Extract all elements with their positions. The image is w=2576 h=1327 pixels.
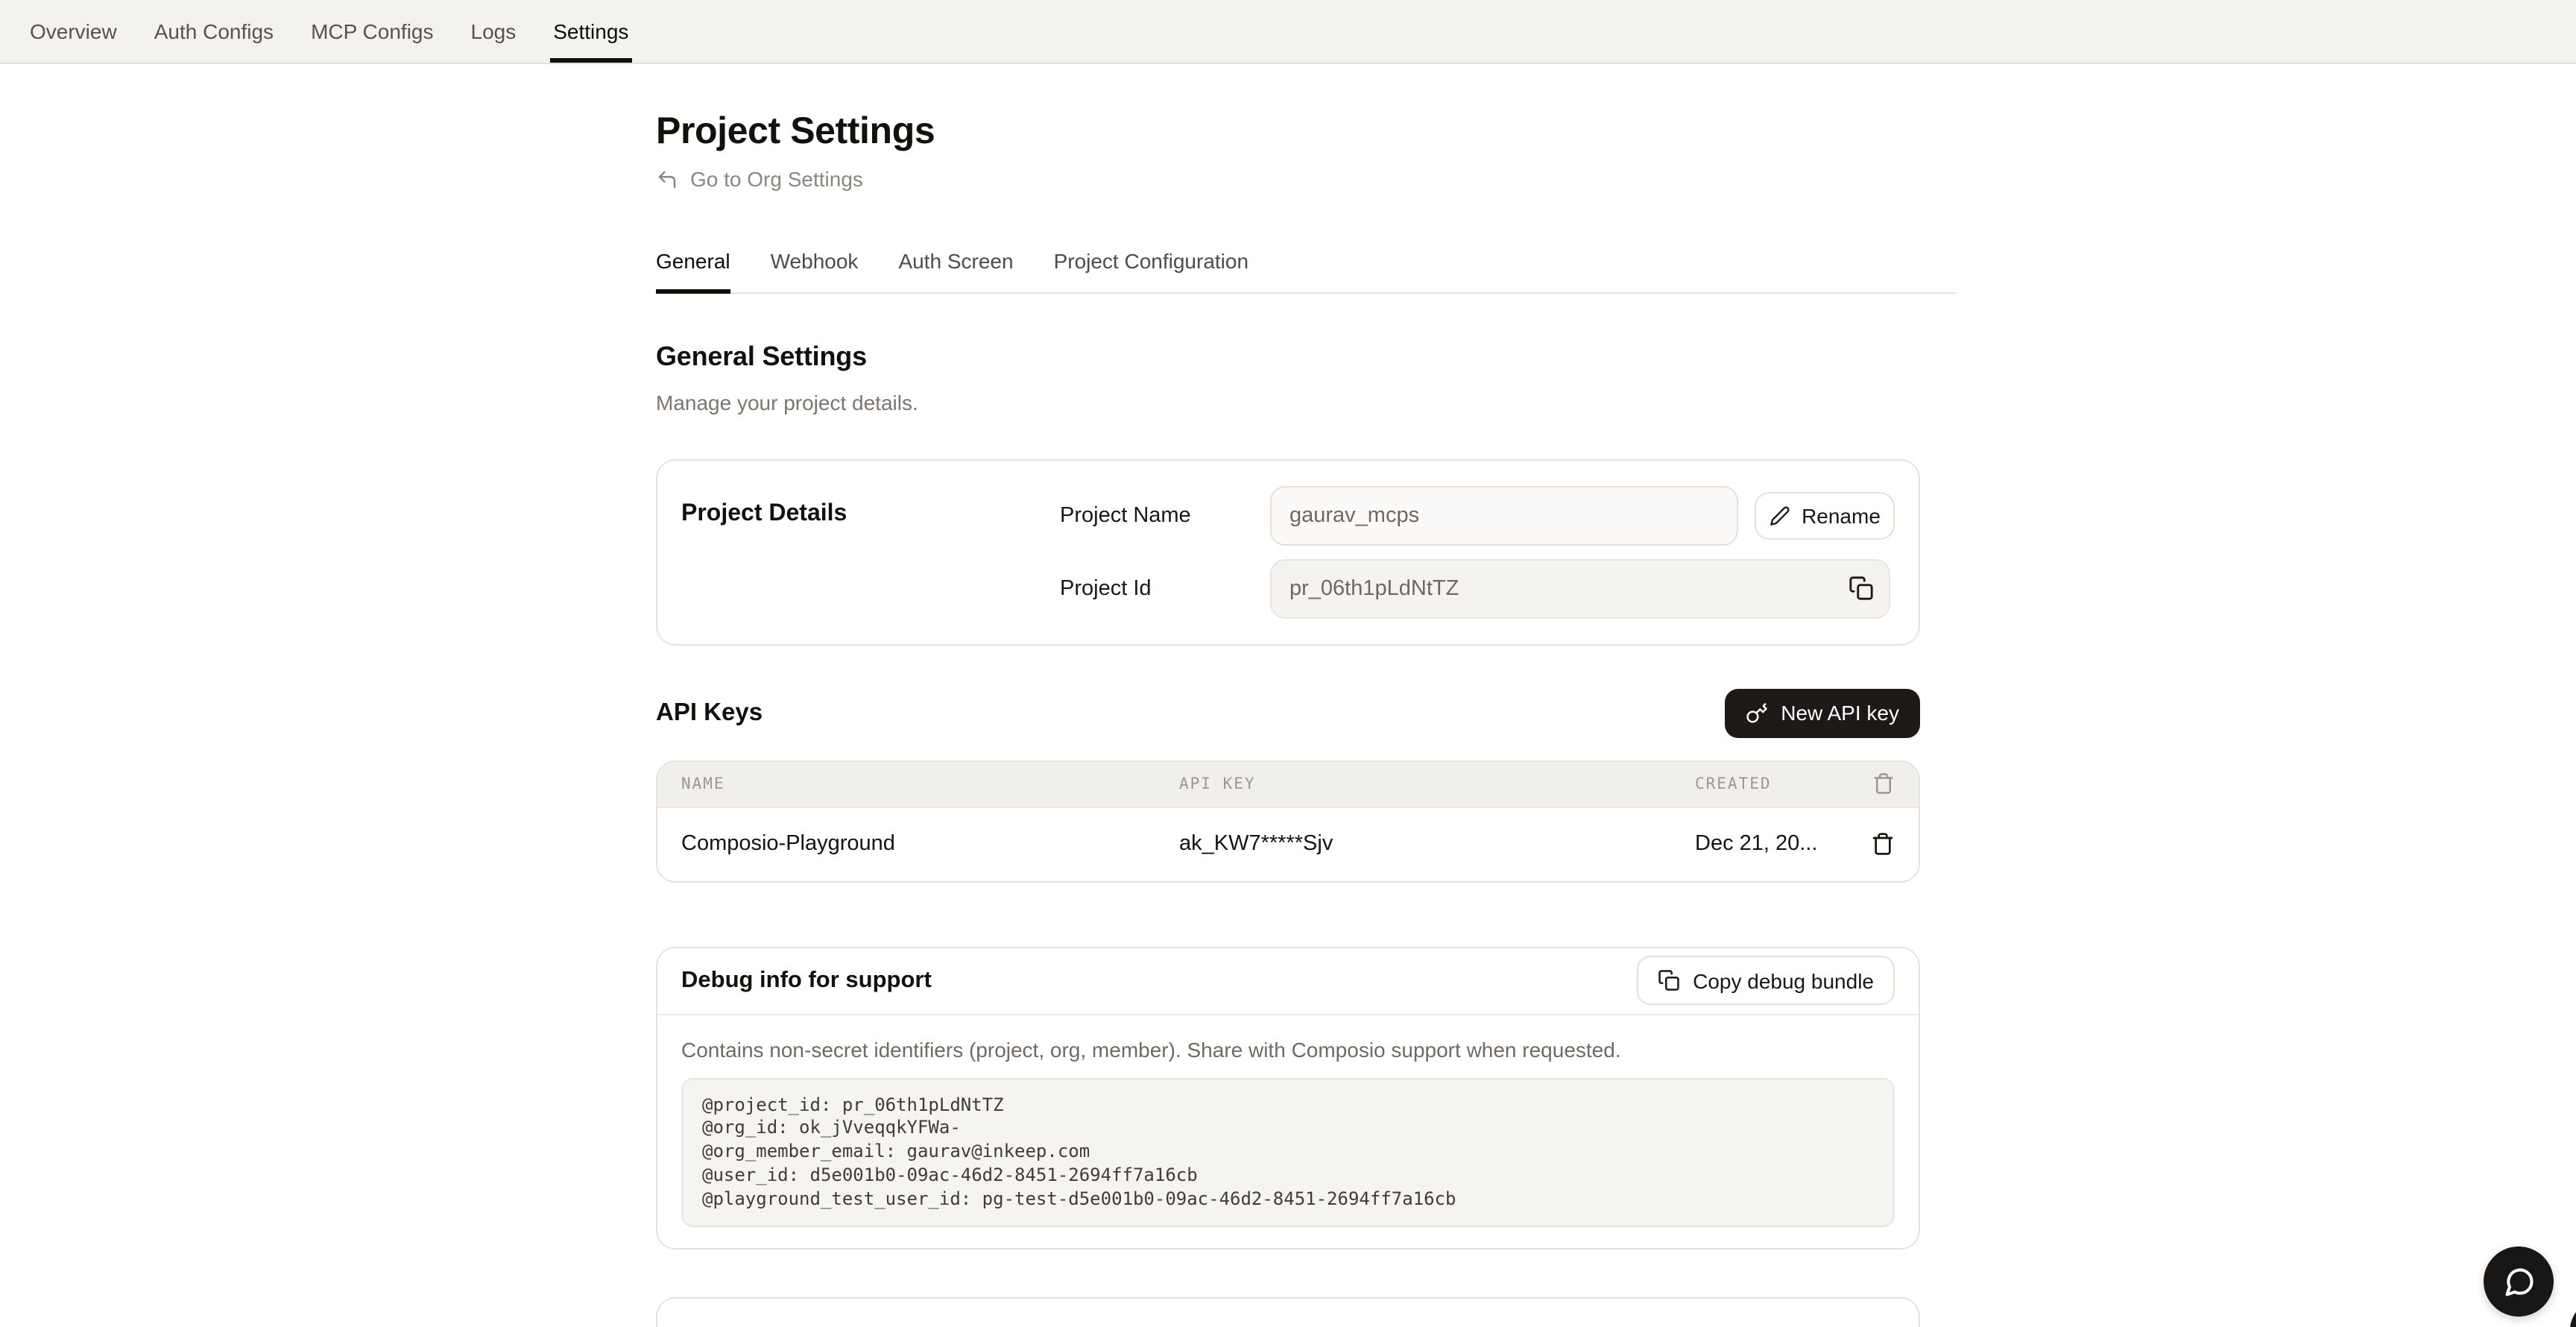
tab-general[interactable]: General xyxy=(656,248,730,291)
project-id-field xyxy=(1270,558,1890,618)
page-title: Project Settings xyxy=(656,107,1956,157)
debug-info-card: Debug info for support Copy debug bundle… xyxy=(656,946,1920,1250)
code-line-org-member-email: @org_member_email: gaurav@inkeep.com xyxy=(702,1141,1874,1164)
trash-icon xyxy=(1871,832,1895,856)
new-api-key-label: New API key xyxy=(1781,701,1899,725)
table-header-name: NAME xyxy=(681,775,1179,792)
pencil-icon xyxy=(1769,505,1790,526)
code-line-user-id: @user_id: d5e001b0-09ac-46d2-8451-2694ff… xyxy=(702,1164,1874,1188)
rename-button[interactable]: Rename xyxy=(1755,491,1895,539)
project-details-card: Project Details Project Name Rename Proj… xyxy=(656,458,1920,645)
debug-card-body: Contains non-secret identifiers (project… xyxy=(657,1015,1919,1249)
chat-bubble-icon xyxy=(2502,1265,2535,1298)
nav-item-logs[interactable]: Logs xyxy=(471,0,517,63)
api-keys-header: API Keys New API key xyxy=(656,688,1920,737)
copy-debug-bundle-label: Copy debug bundle xyxy=(1693,968,1874,992)
org-link-label: Go to Org Settings xyxy=(690,167,863,191)
api-key-value: ak_KW7*****Sjv xyxy=(1179,832,1695,856)
project-name-input[interactable] xyxy=(1270,485,1738,545)
project-details-title: Project Details xyxy=(681,485,1060,618)
project-name-row: Project Name Rename xyxy=(1060,485,1895,545)
api-key-created: Dec 21, 20... xyxy=(1695,832,1829,856)
copy-icon xyxy=(1657,969,1679,992)
top-nav: Overview Auth Configs MCP Configs Logs S… xyxy=(0,0,2576,64)
debug-description: Contains non-secret identifiers (project… xyxy=(681,1037,1895,1061)
project-id-input[interactable] xyxy=(1270,558,1890,618)
api-key-row-actions xyxy=(1829,832,1895,856)
settings-tabs: General Webhook Auth Screen Project Conf… xyxy=(656,248,1956,293)
tab-auth-screen[interactable]: Auth Screen xyxy=(898,248,1013,291)
trash-icon xyxy=(1872,772,1895,795)
nav-item-mcp-configs[interactable]: MCP Configs xyxy=(311,0,433,63)
rename-label: Rename xyxy=(1802,503,1881,527)
project-settings-page: Overview Auth Configs MCP Configs Logs S… xyxy=(0,0,2576,1327)
nav-item-auth-configs[interactable]: Auth Configs xyxy=(154,0,274,63)
table-header-actions xyxy=(1829,772,1895,795)
corner-up-left-icon xyxy=(656,168,678,190)
code-line-playground-test-user-id: @playground_test_user_id: pg-test-d5e001… xyxy=(702,1188,1874,1211)
api-key-name: Composio-Playground xyxy=(681,832,1179,856)
general-settings-subheading: Manage your project details. xyxy=(656,390,1956,414)
code-line-org-id: @org_id: ok_jVveqqkYFWa- xyxy=(702,1118,1874,1141)
edge-widget-partial xyxy=(2570,1300,2576,1327)
project-name-label: Project Name xyxy=(1060,503,1270,527)
new-api-key-button[interactable]: New API key xyxy=(1724,688,1920,737)
api-key-table-row: Composio-Playground ak_KW7*****Sjv Dec 2… xyxy=(657,806,1919,880)
table-header-api-key: API KEY xyxy=(1179,775,1695,792)
copy-icon xyxy=(1848,576,1873,601)
tab-project-configuration[interactable]: Project Configuration xyxy=(1054,248,1249,291)
support-chat-button[interactable] xyxy=(2484,1246,2554,1317)
project-details-fields: Project Name Rename Project Id xyxy=(1060,485,1895,618)
general-settings-heading: General Settings xyxy=(656,341,1956,372)
api-keys-table-header: NAME API KEY CREATED xyxy=(657,761,1919,806)
go-to-org-settings-link[interactable]: Go to Org Settings xyxy=(656,167,863,191)
api-keys-table: NAME API KEY CREATED Composio-Playground… xyxy=(656,760,1920,882)
debug-card-header: Debug info for support Copy debug bundle xyxy=(657,948,1919,1015)
project-id-label: Project Id xyxy=(1060,576,1270,600)
copy-project-id-button[interactable] xyxy=(1846,573,1875,603)
copy-debug-bundle-button[interactable]: Copy debug bundle xyxy=(1636,956,1895,1005)
debug-card-title: Debug info for support xyxy=(681,967,932,994)
table-header-created: CREATED xyxy=(1695,775,1829,792)
main-content: Project Settings Go to Org Settings Gene… xyxy=(656,107,1956,1327)
api-keys-heading: API Keys xyxy=(656,699,763,727)
delete-api-key-button[interactable] xyxy=(1871,832,1895,856)
key-icon xyxy=(1745,702,1767,724)
next-section-card xyxy=(656,1298,1920,1327)
code-line-project-id: @project_id: pr_06th1pLdNtTZ xyxy=(702,1094,1874,1118)
nav-item-settings[interactable]: Settings xyxy=(553,0,628,63)
project-id-row: Project Id xyxy=(1060,558,1895,618)
debug-code-block: @project_id: pr_06th1pLdNtTZ @org_id: ok… xyxy=(681,1077,1895,1228)
tab-webhook[interactable]: Webhook xyxy=(771,248,859,291)
nav-item-overview[interactable]: Overview xyxy=(30,0,117,63)
